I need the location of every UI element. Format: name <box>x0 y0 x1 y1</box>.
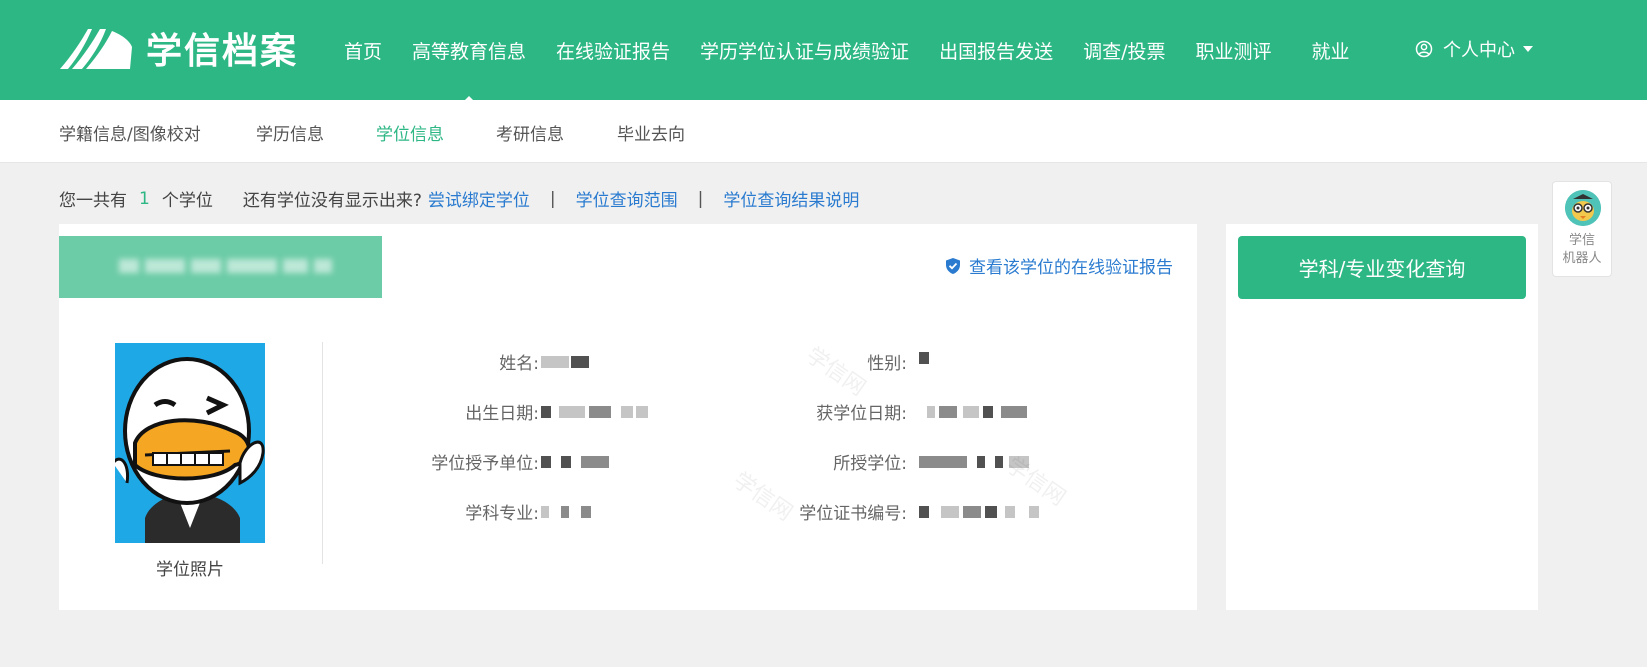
degree-photo <box>115 343 265 543</box>
awarding-institution-label: 学位授予单位: <box>431 454 539 474</box>
nav-overseas-report[interactable]: 出国报告发送 <box>939 37 1053 64</box>
sub-nav: 学籍信息/图像校对 学历信息 学位信息 考研信息 毕业去向 <box>0 100 1647 163</box>
watermark: 学信网 <box>801 342 870 402</box>
certificate-number-label: 学位证书编号: <box>799 504 907 524</box>
summary-suffix: 个学位 <box>161 191 213 211</box>
nav-career-test[interactable]: 职业测评 <box>1195 37 1271 64</box>
degree-summary: 您一共有 1 个学位 还有学位没有显示出来? 尝试绑定学位 | 学位查询范围 |… <box>59 186 859 212</box>
side-card: 学科/专业变化查询 <box>1226 224 1538 610</box>
query-scope-link[interactable]: 学位查询范围 <box>576 186 678 211</box>
subnav-postgrad-exam-info[interactable]: 考研信息 <box>496 120 564 145</box>
top-header: 学信档案 首页 高等教育信息 在线验证报告 学历学位认证与成绩验证 出国报告发送… <box>0 0 1647 106</box>
summary-question: 还有学位没有显示出来? <box>242 191 422 211</box>
subnav-enrollment-info[interactable]: 学籍信息/图像校对 <box>59 120 201 145</box>
major-value-redacted <box>541 502 601 522</box>
query-result-explanation-link[interactable]: 学位查询结果说明 <box>723 186 859 211</box>
nav-higher-education[interactable]: 高等教育信息 <box>412 37 526 106</box>
subnav-academic-info[interactable]: 学历信息 <box>256 120 324 145</box>
user-center-menu[interactable]: 个人中心 <box>1415 36 1533 62</box>
logo-icon <box>60 29 132 69</box>
nav-online-verification[interactable]: 在线验证报告 <box>556 37 670 64</box>
logo[interactable]: 学信档案 <box>58 22 298 74</box>
awarding-institution-value-redacted <box>541 452 631 472</box>
degree-awarded-label: 所授学位: <box>833 454 907 474</box>
birth-date-label: 出生日期: <box>465 404 539 424</box>
chevron-down-icon <box>1523 46 1533 52</box>
shield-check-icon <box>946 257 960 274</box>
degree-count: 1 <box>139 188 150 209</box>
verify-link-label: 查看该学位的在线验证报告 <box>969 258 1173 278</box>
degree-date-value-redacted <box>927 402 1047 422</box>
gender-label: 性别: <box>867 354 907 374</box>
divider <box>322 342 323 564</box>
birth-date-value-redacted <box>541 402 661 422</box>
name-label: 姓名: <box>499 354 539 374</box>
degree-date-label: 获学位日期: <box>816 404 907 424</box>
redacted-degree-title <box>119 254 338 278</box>
logo-text: 学信档案 <box>146 31 299 72</box>
certificate-number-value-redacted <box>919 502 1059 522</box>
watermark: 学信网 <box>728 467 797 527</box>
summary-prefix: 您一共有 <box>59 191 127 211</box>
robot-icon <box>1565 190 1601 226</box>
separator: | <box>549 188 556 209</box>
major-change-query-button[interactable]: 学科/专业变化查询 <box>1238 236 1526 299</box>
major-label: 学科专业: <box>465 504 539 524</box>
avatar-image <box>115 343 265 543</box>
view-verification-report-link[interactable]: 查看该学位的在线验证报告 <box>945 253 1173 278</box>
gender-value-redacted <box>919 348 939 368</box>
robot-assistant[interactable]: 学信 机器人 <box>1552 181 1612 277</box>
nav-employment[interactable]: 就业 <box>1312 37 1350 64</box>
robot-label: 学信 机器人 <box>1562 233 1602 266</box>
bind-degree-link[interactable]: 尝试绑定学位 <box>428 186 530 211</box>
separator: | <box>697 188 704 209</box>
photo-label: 学位照片 <box>156 560 224 580</box>
user-icon <box>1415 40 1433 58</box>
nav-home[interactable]: 首页 <box>344 37 382 64</box>
subnav-degree-info[interactable]: 学位信息 <box>376 120 444 145</box>
degree-card: 查看该学位的在线验证报告 学位照片 姓名: 出生日期: 学位授予单位: 学科专业… <box>59 224 1197 610</box>
degree-card-title <box>59 236 382 298</box>
main-nav: 首页 高等教育信息 在线验证报告 学历学位认证与成绩验证 出国报告发送 调查/投… <box>344 0 1380 106</box>
user-center-label: 个人中心 <box>1443 40 1515 61</box>
subnav-graduate-destination[interactable]: 毕业去向 <box>617 120 685 145</box>
nav-survey[interactable]: 调查/投票 <box>1083 37 1165 64</box>
name-value-redacted <box>541 352 621 372</box>
nav-degree-certification[interactable]: 学历学位认证与成绩验证 <box>700 37 909 64</box>
